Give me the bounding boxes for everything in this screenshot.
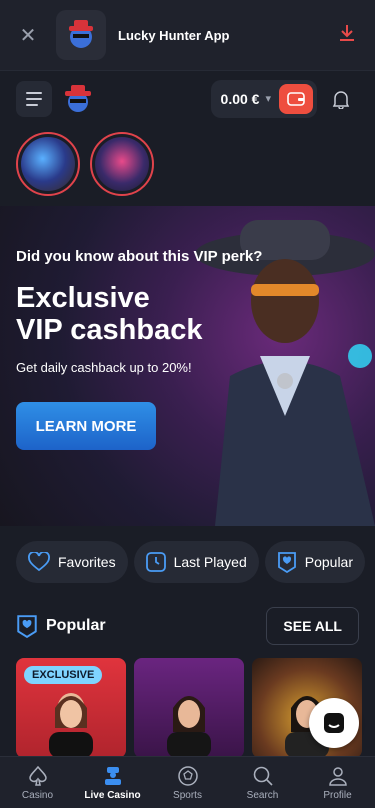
profile-icon (328, 766, 347, 786)
chevron-down-icon: ▾ (265, 93, 271, 105)
nav-sports[interactable]: Sports (150, 757, 225, 808)
nav-casino[interactable]: Casino (0, 757, 75, 808)
dealer-icon (104, 766, 121, 785)
chip-last-played[interactable]: Last Played (133, 541, 259, 583)
promo-headline: Exclusive VIP cashback (16, 282, 203, 346)
learn-more-button[interactable]: LEARN MORE (16, 402, 156, 450)
balance-selector[interactable]: 0.00 € ▾ (210, 79, 317, 118)
games-row: EXCLUSIVE (16, 658, 362, 758)
popular-section-header: Popular SEE ALL (16, 606, 359, 646)
brand-logo[interactable] (60, 81, 96, 117)
see-all-button[interactable]: SEE ALL (266, 607, 359, 645)
wallet-icon (287, 91, 305, 106)
spade-icon (28, 765, 47, 786)
balance-amount: 0.00 € (220, 90, 260, 107)
menu-button[interactable] (16, 80, 52, 117)
filter-chips: Favorites Last Played Popular (16, 541, 366, 583)
close-icon[interactable]: ✕ (0, 23, 56, 48)
promo-question: Did you know about this VIP perk? (16, 248, 263, 265)
heart-badge-icon (17, 615, 37, 638)
promo-subtitle: Get daily cashback up to 20%! (16, 360, 192, 375)
story-item[interactable] (16, 132, 80, 196)
promo-banner[interactable]: Did you know about this VIP perk? Exclus… (0, 206, 375, 526)
chip-favorites[interactable]: Favorites (16, 541, 128, 583)
top-header: 0.00 € ▾ (0, 70, 375, 126)
app-install-banner: ✕ Lucky Hunter App (0, 0, 375, 70)
nav-live-casino[interactable]: Live Casino (75, 757, 150, 808)
ball-icon (177, 765, 198, 786)
download-icon[interactable] (319, 23, 375, 48)
heart-badge-icon (277, 552, 296, 573)
chat-icon (324, 713, 344, 733)
nav-profile[interactable]: Profile (300, 757, 375, 808)
chip-popular[interactable]: Popular (264, 541, 366, 583)
heart-icon (28, 552, 50, 572)
hamburger-icon (26, 91, 42, 94)
exclusive-badge: EXCLUSIVE (24, 666, 103, 684)
bell-icon (332, 90, 350, 109)
game-card[interactable] (134, 658, 244, 758)
app-logo (56, 10, 106, 60)
stories-row (16, 132, 154, 196)
chat-button[interactable] (309, 698, 359, 748)
nav-search[interactable]: Search (225, 757, 300, 808)
game-card[interactable]: EXCLUSIVE (16, 658, 126, 758)
section-title: Popular (46, 617, 106, 634)
wallet-button[interactable] (279, 83, 313, 114)
story-item[interactable] (90, 132, 154, 196)
bottom-nav: Casino Live Casino Sports Search Profile (0, 756, 375, 808)
notifications-button[interactable] (323, 81, 359, 117)
app-banner-title: Lucky Hunter App (118, 27, 230, 43)
search-icon (253, 766, 273, 786)
clock-icon (145, 552, 166, 572)
